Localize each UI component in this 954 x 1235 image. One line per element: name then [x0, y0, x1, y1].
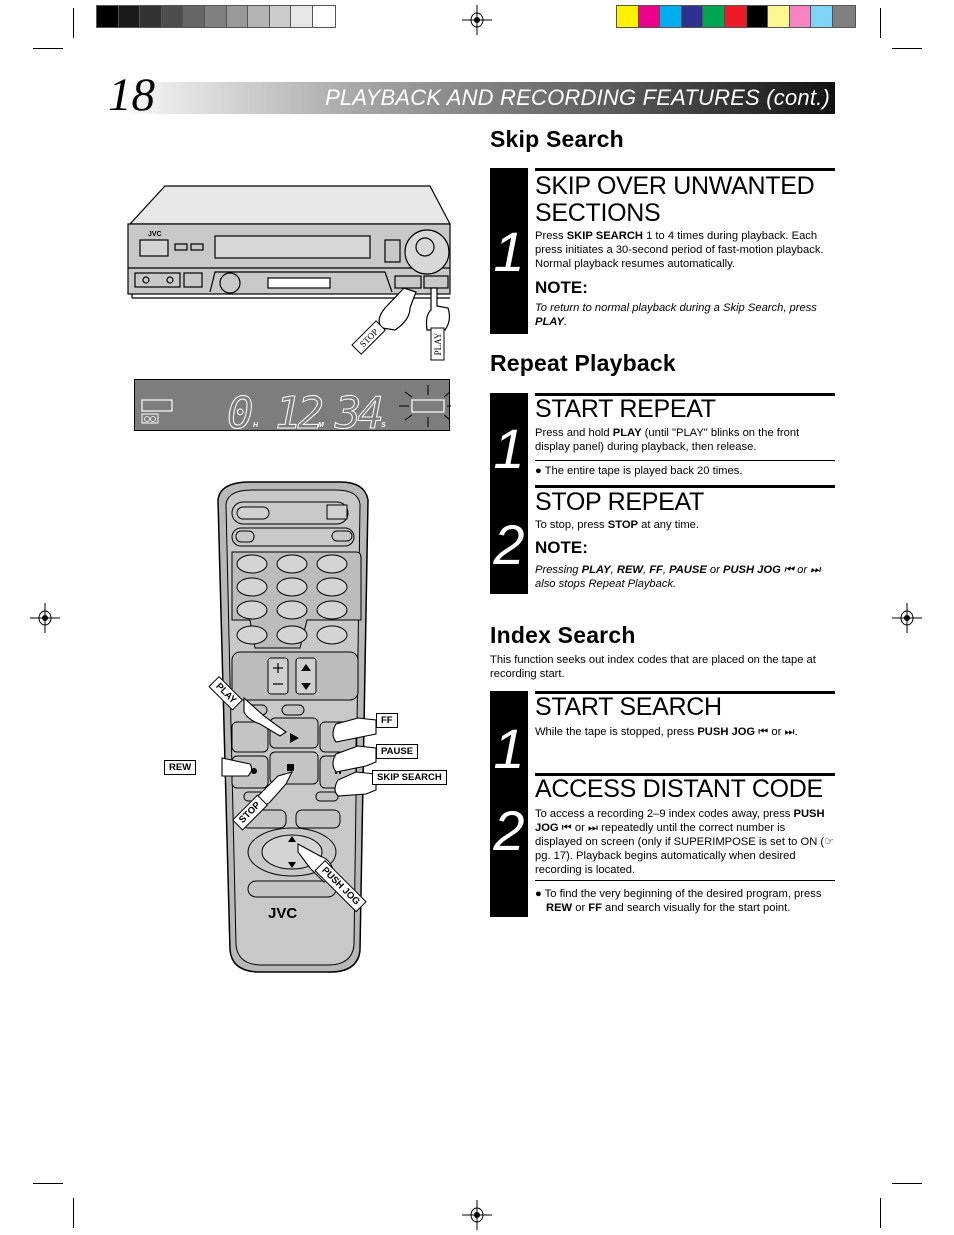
crop-mark [33, 1183, 63, 1184]
crop-mark [33, 48, 63, 49]
front-display-panel: 0 H 12 M 34 S [134, 379, 451, 440]
vcr-illustration: STOP PLAY JVC [127, 185, 451, 361]
crop-mark [880, 1198, 881, 1228]
repeat-playback-steps: 1 START REPEAT Press and hold PLAY (unti… [490, 393, 835, 594]
gray-swatch [140, 6, 162, 27]
gray-swatch [97, 6, 119, 27]
remote-skip-search-callout: SKIP SEARCH [372, 770, 447, 785]
grayscale-bar [96, 5, 336, 28]
gray-swatch [291, 6, 313, 27]
divider [535, 880, 835, 881]
step-instructions: To access a recording 2–9 index codes aw… [535, 808, 835, 876]
color-swatch [724, 6, 747, 27]
display-panel-graphics: 0 H 12 M 34 S [141, 385, 451, 440]
gray-swatch [161, 6, 184, 27]
step-title: SKIP OVER UNWANTED SECTIONS [535, 172, 815, 227]
step-instructions: While the tape is stopped, press PUSH JO… [535, 726, 798, 738]
display-unit-h: H [253, 422, 259, 429]
note-label: NOTE: [535, 278, 588, 297]
gray-swatch [312, 6, 335, 27]
step-number: 2 [493, 513, 525, 576]
color-swatch [768, 6, 790, 27]
gray-swatch [226, 6, 249, 27]
section-title: PLAYBACK AND RECORDING FEATURES (cont.) [325, 85, 830, 110]
registration-mark-icon [462, 5, 492, 35]
step-instructions: Press and hold PLAY (until "PLAY" blinks… [535, 427, 800, 453]
index-search-heading: Index Search [490, 622, 636, 648]
play-indicator-box [141, 399, 173, 412]
display-unit-s: S [381, 422, 386, 429]
step-title: START REPEAT [535, 395, 716, 423]
gray-swatch [269, 6, 292, 27]
gray-swatch [204, 6, 227, 27]
registration-mark-icon [30, 603, 60, 633]
page-number: 18 [108, 69, 155, 121]
index-search-steps: 1 START SEARCH While the tape is stopped… [490, 691, 835, 917]
remote-brand-logo: JVC [268, 905, 297, 922]
gray-swatch [248, 6, 270, 27]
crop-mark [73, 1198, 74, 1228]
step-divider [535, 168, 835, 171]
remote-ff-callout: FF [376, 713, 398, 728]
color-swatch [660, 6, 682, 27]
step-title: STOP REPEAT [535, 488, 704, 516]
color-swatch [617, 6, 639, 27]
repeat-playback-heading: Repeat Playback [490, 350, 676, 376]
skip-search-heading: Skip Search [490, 126, 624, 152]
color-swatch [638, 6, 661, 27]
crop-mark [73, 8, 74, 38]
skip-search-step-1: 1 SKIP OVER UNWANTED SECTIONS Press SKIP… [490, 168, 835, 334]
color-swatch [789, 6, 812, 27]
display-hours: 0 [227, 388, 254, 432]
bullet-note: ● To find the very beginning of the desi… [535, 888, 822, 914]
step-number: 1 [493, 717, 525, 780]
index-search-intro: This function seeks out index codes that… [490, 654, 816, 680]
note-text: To return to normal playback during a Sk… [535, 302, 817, 328]
remote-pause-callout: PAUSE [376, 744, 419, 759]
color-swatch [703, 6, 725, 27]
display-unit-m: M [318, 422, 324, 429]
display-minutes: 12 [275, 388, 322, 432]
gray-swatch [183, 6, 205, 27]
registration-mark-icon [462, 1200, 492, 1230]
step-title: ACCESS DISTANT CODE [535, 775, 823, 803]
color-swatch [746, 6, 769, 27]
note-text: Pressing PLAY, REW, FF, PAUSE or PUSH JO… [535, 564, 821, 590]
step-number: 1 [493, 220, 525, 283]
color-bar [616, 5, 856, 28]
vcr-brand-logo: JVC [148, 231, 162, 238]
vcr-play-callout: PLAY [433, 332, 443, 355]
divider [535, 460, 835, 461]
remote-rew-callout: REW [164, 760, 197, 775]
registration-mark-icon [892, 603, 922, 633]
note-label: NOTE: [535, 538, 588, 557]
step-number: 2 [493, 799, 525, 862]
step-instructions: To stop, press STOP at any time. [535, 519, 699, 531]
bullet-note: ● The entire tape is played back 20 time… [535, 465, 743, 477]
color-swatch [832, 6, 855, 27]
blinking-play-indicator [411, 399, 445, 413]
step-title: START SEARCH [535, 693, 722, 721]
crop-mark [892, 1183, 922, 1184]
crop-mark [892, 48, 922, 49]
crop-mark [880, 8, 881, 38]
color-swatch [681, 6, 704, 27]
step-number: 1 [493, 417, 525, 480]
remote-illustration: JVC [217, 481, 377, 973]
step-instructions: Press SKIP SEARCH 1 to 4 times during pl… [535, 230, 824, 270]
gray-swatch [118, 6, 141, 27]
color-swatch [811, 6, 833, 27]
display-seconds: 34 [334, 388, 381, 432]
